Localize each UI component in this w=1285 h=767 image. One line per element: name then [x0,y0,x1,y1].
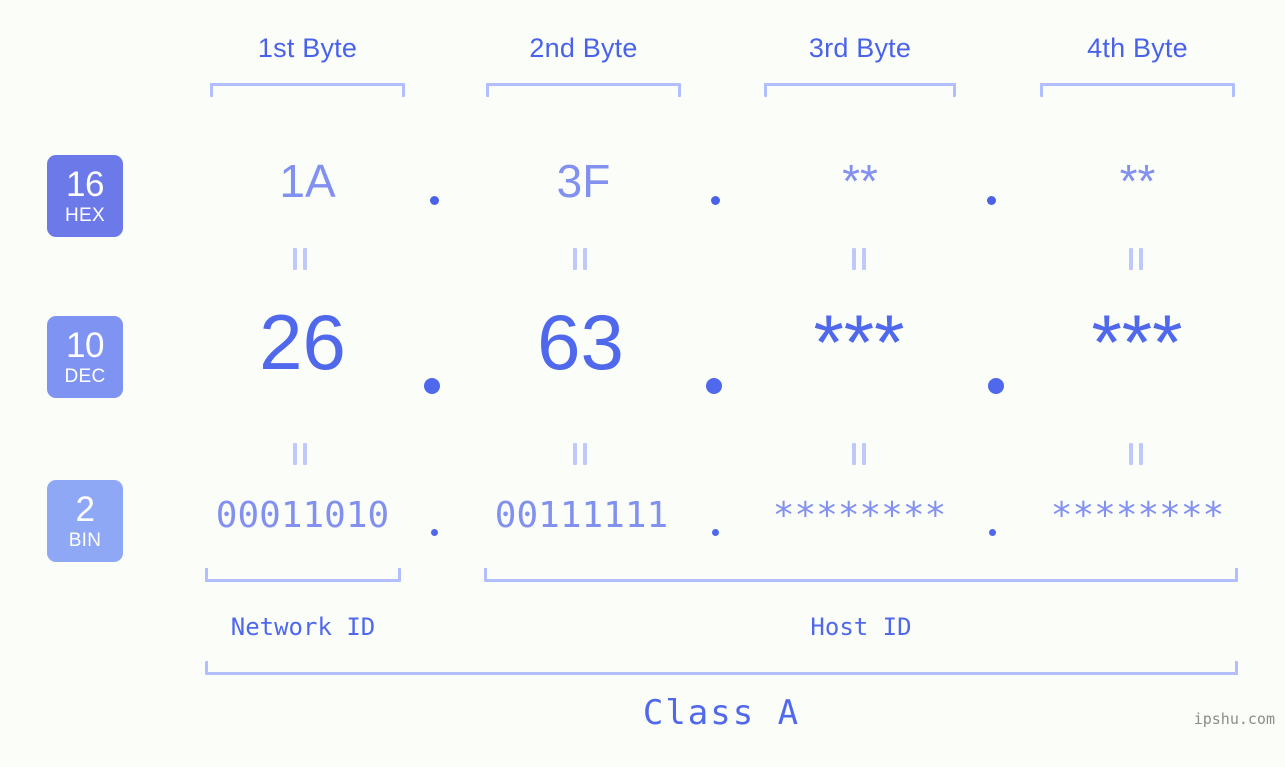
hex-dot-separator-1 [430,196,439,205]
byte-bracket-3 [764,83,956,97]
ip-breakdown-diagram: 1st Byte 2nd Byte 3rd Byte 4th Byte 16 H… [0,0,1285,767]
dec-dot-separator-1 [424,378,440,394]
radix-badge-dec-name: DEC [64,366,106,387]
hex-value-byte-1: 1A [279,155,336,207]
byte-header-label-3: 3rd Byte [808,33,912,63]
bin-dot-separator-3 [989,529,996,536]
equals-dec-bin-4 [1129,443,1143,465]
radix-badge-bin-number: 2 [75,490,95,529]
host-id-bracket [484,568,1238,582]
dec-value-byte-4: *** [1091,298,1183,386]
equals-dec-bin-3 [852,443,866,465]
radix-badge-dec: 10 DEC [47,316,123,398]
dec-value-byte-3: *** [813,298,905,386]
hex-value-byte-3: ** [842,155,878,207]
dec-dot-separator-3 [988,378,1004,394]
byte-header-label-1: 1st Byte [257,33,358,63]
byte-header-label-4: 4th Byte [1087,33,1188,63]
equals-hex-dec-4 [1129,248,1143,270]
site-watermark: ipshu.com [1193,710,1275,728]
equals-hex-dec-2 [573,248,587,270]
radix-badge-hex-number: 16 [66,165,104,204]
bin-dot-separator-2 [712,529,719,536]
bin-value-byte-1: 00011010 [215,495,390,536]
radix-badge-hex: 16 HEX [47,155,123,237]
bin-value-byte-2: 00111111 [494,495,669,536]
network-id-label: Network ID [230,613,376,641]
equals-dec-bin-1 [293,443,307,465]
radix-badge-bin: 2 BIN [47,480,123,562]
class-label: Class A [642,693,801,733]
equals-dec-bin-2 [573,443,587,465]
byte-bracket-1 [210,83,405,97]
byte-bracket-4 [1040,83,1235,97]
class-bracket [205,661,1238,675]
network-id-bracket [205,568,401,582]
bin-value-byte-3: ******** [772,495,947,536]
dec-dot-separator-2 [706,378,722,394]
bin-dot-separator-1 [431,529,438,536]
bin-value-byte-4: ******** [1050,495,1225,536]
radix-badge-dec-number: 10 [66,326,104,365]
hex-value-byte-2: 3F [556,155,611,207]
hex-dot-separator-2 [711,196,720,205]
hex-dot-separator-3 [987,196,996,205]
equals-hex-dec-1 [293,248,307,270]
byte-bracket-2 [486,83,681,97]
host-id-label: Host ID [810,613,912,641]
dec-value-byte-1: 26 [259,298,346,386]
byte-header-label-2: 2nd Byte [529,33,638,63]
equals-hex-dec-3 [852,248,866,270]
dec-value-byte-2: 63 [537,298,624,386]
radix-badge-hex-name: HEX [65,205,105,226]
hex-value-byte-4: ** [1119,155,1156,207]
radix-badge-bin-name: BIN [68,530,102,551]
